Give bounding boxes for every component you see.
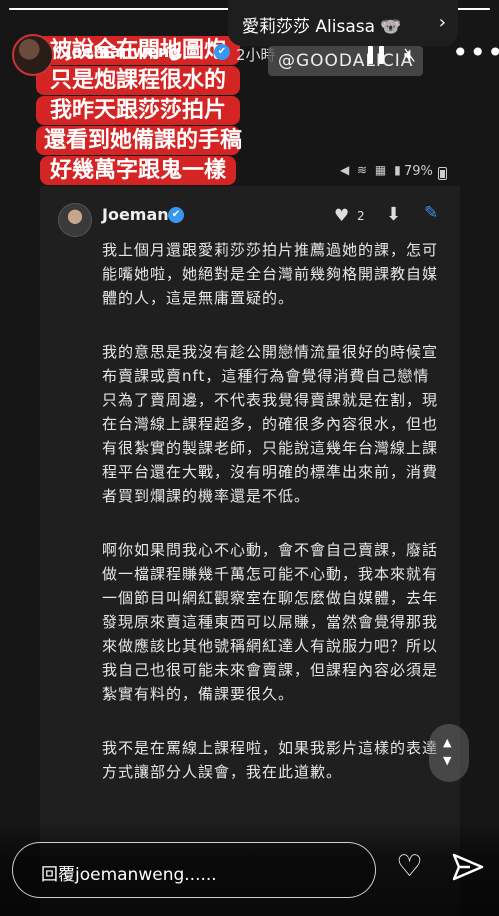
tweet-body: 我上個月還跟愛莉莎莎拍片推薦過她的課，怎可能嘴她啦，她絕對是全台灣前幾夠格開課教… <box>102 238 442 814</box>
like-heart-icon[interactable]: ♡ <box>396 849 423 884</box>
more-options-icon[interactable]: ••• <box>452 36 499 69</box>
music-label: 愛莉莎莎 Alisasa 🐨 <box>242 17 402 37</box>
tweet-paragraph: 啊你如果問我心不心動，會不會自己賣課，廢話做一檔課程賺幾千萬怎可能不心動，我本來… <box>102 541 439 703</box>
tweet-author-avatar <box>58 203 92 237</box>
download-icon: ⬇ <box>386 204 402 225</box>
battery-percentage: 79% <box>404 164 433 179</box>
caption-line: 只是炮課程很水的 <box>36 66 240 95</box>
tweet-card: Joeman ✔ ♥ 2 ⬇ ✎ 我上個月還跟愛莉莎莎拍片推薦過她的課，怎可能嘴… <box>40 186 460 916</box>
status-icons: ◀ ≋ ▦ ▮ <box>340 163 403 177</box>
inner-status-bar: ◀ ≋ ▦ ▮ 79% <box>340 162 460 182</box>
heart-icon: ♥ <box>334 206 350 226</box>
profile-username[interactable]: joemanweng <box>66 42 181 61</box>
reply-input[interactable]: 回覆joemanweng...... <box>12 842 376 898</box>
reply-placeholder: 回覆joemanweng...... <box>41 865 217 885</box>
chevron-right-icon: › <box>438 12 446 33</box>
chevron-up-icon: ▲ <box>443 736 452 749</box>
scroll-toggle-button[interactable]: ▲ ▼ <box>429 724 469 782</box>
profile-avatar[interactable] <box>12 34 54 76</box>
caption-line: 好幾萬字跟鬼一樣 <box>40 156 236 185</box>
mute-icon[interactable]: 🔇︎ <box>404 44 416 66</box>
chevron-down-icon: ▼ <box>443 754 452 767</box>
tweet-author-name: Joeman <box>102 205 169 224</box>
pause-icon[interactable] <box>368 46 384 64</box>
tweet-paragraph: 我的意思是我沒有趁公開戀情流量很好的時候宣布賣課或賣nft，這種行為會覺得消費自… <box>102 343 439 505</box>
caption-line: 我昨天跟莎莎拍片 <box>36 96 240 125</box>
mention-sticker[interactable]: @GOODALICIA <box>268 46 424 76</box>
music-attribution[interactable]: 愛莉莎莎 Alisasa 🐨 › <box>228 0 458 46</box>
tweet-paragraph: 我不是在罵線上課程啦，如果我影片這樣的表達方式讓部分人誤會，我在此道歉。 <box>102 739 439 781</box>
like-count: 2 <box>357 209 365 223</box>
verified-badge-icon: ✔ <box>214 44 230 60</box>
send-icon[interactable] <box>452 852 484 882</box>
tweet-paragraph: 我上個月還跟愛莉莎莎拍片推薦過她的課，怎可能嘴她啦，她絕對是全台灣前幾夠格開課教… <box>102 241 439 307</box>
pencil-icon: ✎ <box>424 203 439 223</box>
verified-badge-icon: ✔ <box>168 207 184 223</box>
caption-line: 還看到她備課的手稿 <box>36 126 242 155</box>
story-viewer[interactable]: ◀ ≋ ▦ ▮ 79% Joeman ✔ ♥ 2 ⬇ ✎ 我上個月還跟愛莉莎莎拍… <box>0 0 499 916</box>
battery-icon <box>438 167 447 180</box>
